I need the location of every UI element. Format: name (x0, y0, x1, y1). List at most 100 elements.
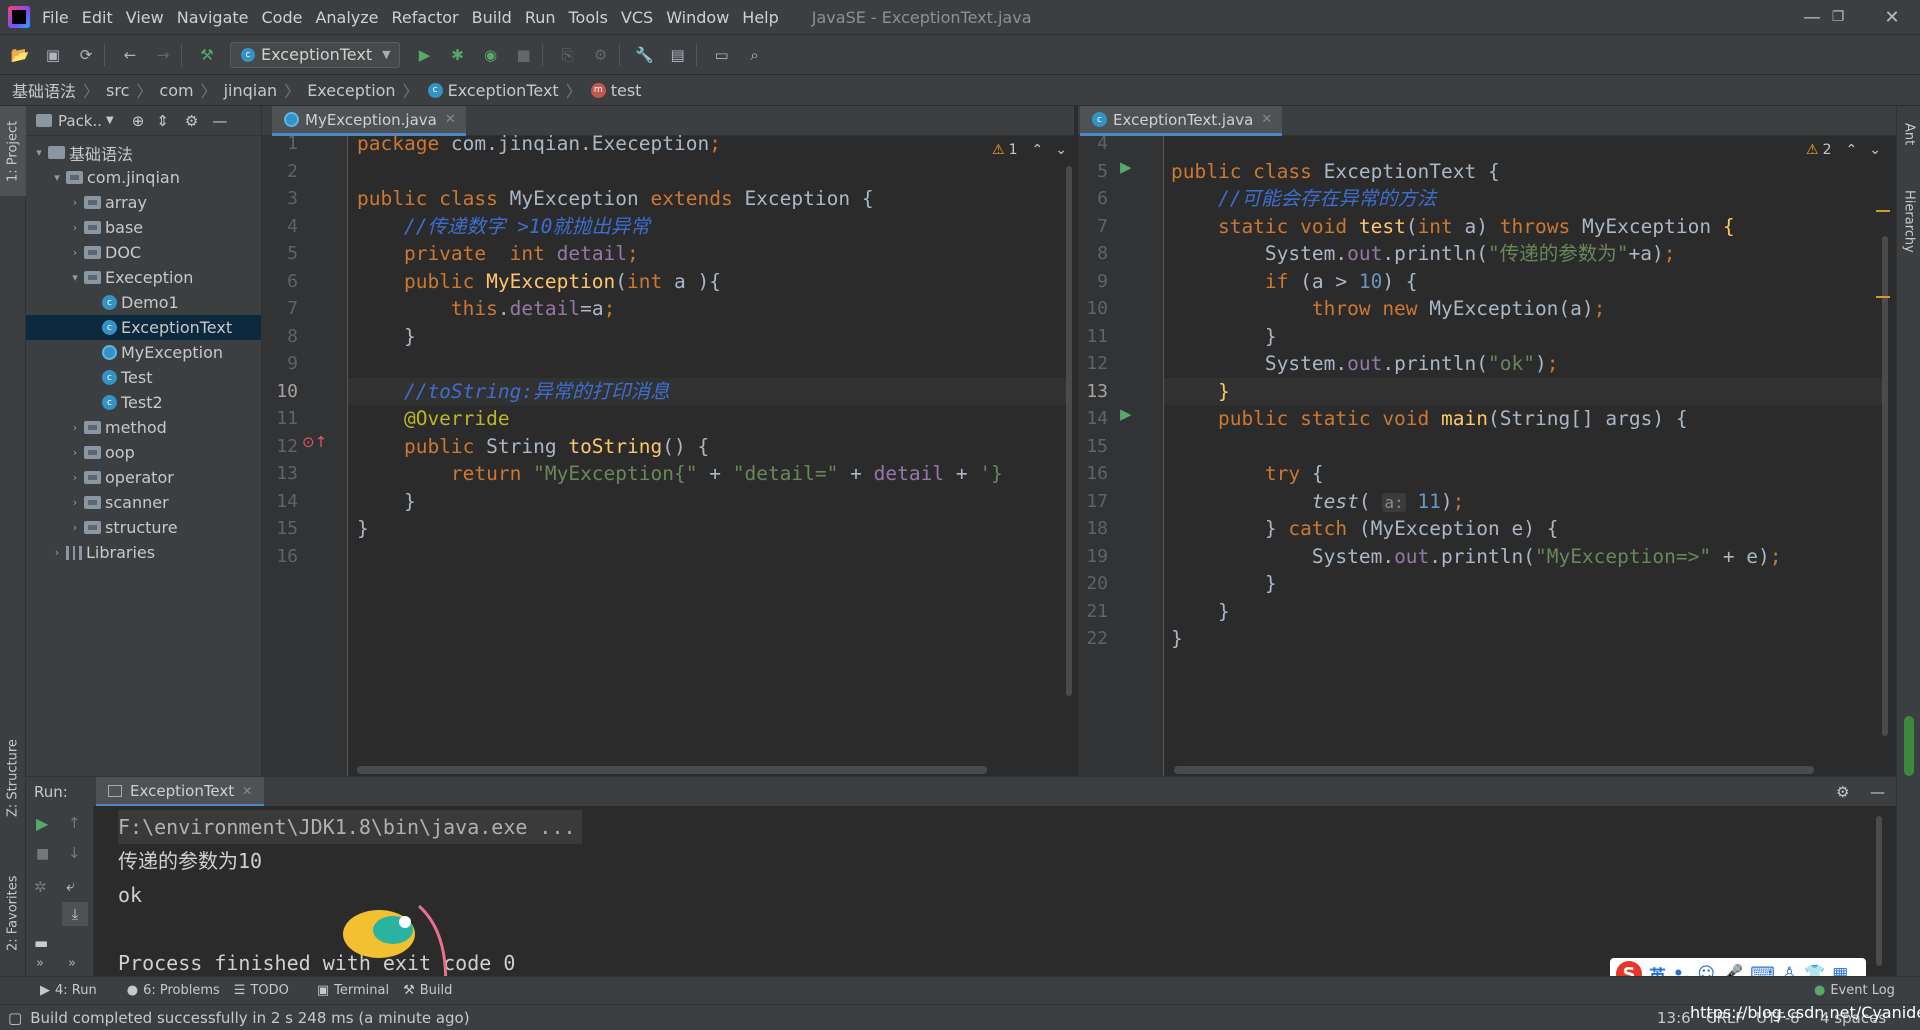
tree-item-com-jinqian[interactable]: ▾ com.jinqian (26, 165, 261, 190)
tree-item-test[interactable]: c Test (26, 365, 261, 390)
line-number[interactable]: 8 (262, 323, 298, 350)
breadcrumb-item[interactable]: Exeception (307, 81, 395, 100)
error-stripe-mark[interactable] (1876, 210, 1890, 212)
menu-file[interactable]: File (42, 8, 69, 27)
line-number[interactable]: 19 (1078, 543, 1108, 570)
run-configuration-select[interactable]: c ExceptionText ▼ (230, 41, 400, 68)
code-line[interactable]: } catch (MyException e) { (1171, 515, 1559, 542)
tree-item-operator[interactable]: › operator (26, 465, 261, 490)
caret-position[interactable]: 13:6 (1657, 1009, 1691, 1027)
line-number[interactable]: 15 (262, 515, 298, 542)
code-line[interactable]: } (1171, 625, 1183, 652)
chevron-down-icon[interactable]: ▾ (32, 146, 46, 159)
code-line[interactable]: } (1171, 378, 1230, 405)
line-number[interactable]: 21 (1078, 598, 1108, 625)
project-structure-icon[interactable]: ▤ (665, 42, 691, 68)
menu-build[interactable]: Build (472, 8, 512, 27)
structure-tool-tab[interactable]: Z: Structure (0, 731, 26, 826)
close-tab-icon[interactable]: ✕ (1261, 112, 1272, 127)
line-number[interactable]: 14 (1078, 405, 1108, 432)
line-number[interactable]: 11 (262, 405, 298, 432)
code-line[interactable]: public static void main(String[] args) { (1171, 405, 1688, 432)
chevron-down-icon[interactable]: ▾ (50, 171, 64, 184)
hide-icon[interactable]: — (1870, 783, 1885, 801)
build-tool-button[interactable]: ⚒ Build (403, 983, 452, 998)
hide-icon[interactable]: — (212, 112, 227, 130)
breadcrumb-item[interactable]: src (106, 81, 129, 100)
chevron-up-icon[interactable]: ⌃ (1845, 142, 1857, 158)
line-number[interactable]: 16 (1078, 460, 1108, 487)
menu-vcs[interactable]: VCS (621, 8, 653, 27)
gear-icon[interactable]: ⚙ (185, 112, 198, 130)
line-number[interactable]: 11 (1078, 323, 1108, 350)
arrow-up-icon[interactable]: ↑ (68, 814, 81, 832)
close-tab-icon[interactable]: ✕ (242, 784, 252, 798)
code-line[interactable]: public String toString() { (357, 433, 709, 460)
attach-icon[interactable]: ⎘ (555, 42, 581, 68)
code-line[interactable]: if (a > 10) { (1171, 268, 1418, 295)
problems-tool-button[interactable]: ● 6: Problems (127, 983, 220, 998)
tree-item-exeception[interactable]: ▾ Exeception (26, 265, 261, 290)
chevron-right-icon[interactable]: › (68, 446, 82, 459)
run-tool-button[interactable]: ▶ 4: Run (40, 983, 97, 998)
more-icon[interactable]: » (36, 956, 44, 971)
line-number[interactable]: 5 (1078, 158, 1108, 185)
line-number[interactable]: 13 (1078, 378, 1108, 405)
tab-exceptiontext[interactable]: c ExceptionText.java ✕ (1080, 106, 1283, 136)
line-number[interactable]: 9 (262, 350, 298, 377)
chevron-right-icon[interactable]: › (68, 246, 82, 259)
tree-item-exceptiontext[interactable]: c ExceptionText (26, 315, 261, 340)
breadcrumb-item[interactable]: jinqian (224, 81, 278, 100)
line-number[interactable]: 8 (1078, 240, 1108, 267)
code-line[interactable]: return "MyException{" + "detail=" + deta… (357, 460, 1003, 487)
line-number[interactable]: 3 (262, 185, 298, 212)
vertical-scrollbar[interactable] (1876, 816, 1882, 966)
chevron-down-icon[interactable]: ▾ (68, 271, 82, 284)
chevron-right-icon[interactable]: › (68, 496, 82, 509)
line-number[interactable]: 10 (262, 378, 298, 405)
code-line[interactable]: private int detail; (357, 240, 639, 267)
code-line[interactable]: static void test(int a) throws MyExcepti… (1171, 213, 1735, 240)
rerun-icon[interactable]: ▶ (36, 814, 48, 833)
favorites-tool-tab[interactable]: 2: Favorites (0, 866, 26, 961)
right-warning-badge[interactable]: ⚠ 2 ⌃ ⌄ (1806, 142, 1881, 158)
tree-item-libraries[interactable]: › Libraries (26, 540, 261, 565)
chevron-right-icon[interactable]: › (68, 421, 82, 434)
scroll-to-end-icon[interactable]: ⤓ (62, 902, 88, 926)
vertical-scrollbar[interactable] (1882, 236, 1888, 736)
menu-tools[interactable]: Tools (569, 8, 608, 27)
vertical-scrollbar[interactable] (1066, 166, 1072, 696)
project-tool-tab[interactable]: 1: Project (0, 106, 26, 196)
coverage-icon[interactable]: ◉ (478, 42, 504, 68)
breadcrumb-item[interactable]: ExceptionText (448, 81, 559, 100)
save-icon[interactable]: ▣ (40, 42, 66, 68)
code-line[interactable]: } (1171, 323, 1277, 350)
build-hammer-icon[interactable]: ⚒ (194, 42, 220, 68)
menu-window[interactable]: Window (666, 8, 729, 27)
console-output[interactable]: F:\environment\JDK1.8\bin\java.exe ... 传… (94, 806, 1882, 1030)
tree-item-array[interactable]: › array (26, 190, 261, 215)
code-line[interactable]: test( a: 11); (1171, 488, 1464, 515)
code-line[interactable]: //toString:异常的打印消息 (357, 378, 670, 405)
chevron-down-icon[interactable]: ⌄ (1869, 142, 1881, 158)
tree-item-scanner[interactable]: › scanner (26, 490, 261, 515)
project-view-selector[interactable]: Pack.. (58, 112, 102, 130)
line-number[interactable]: 4 (1078, 130, 1108, 157)
menu-help[interactable]: Help (742, 8, 778, 27)
close-tab-icon[interactable]: ✕ (445, 112, 456, 127)
menu-view[interactable]: View (126, 8, 164, 27)
line-number[interactable]: 18 (1078, 515, 1108, 542)
code-line[interactable]: //可能会存在异常的方法 (1171, 185, 1437, 212)
search-icon[interactable]: ⌕ (742, 42, 768, 68)
chevron-right-icon[interactable]: › (68, 196, 82, 209)
code-line[interactable]: } (357, 323, 416, 350)
soft-wrap-icon[interactable]: ⤶ (66, 876, 75, 896)
run-icon[interactable]: ▶ (412, 42, 438, 68)
more-icon[interactable]: » (68, 956, 76, 971)
code-line[interactable]: System.out.println("ok"); (1171, 350, 1559, 377)
code-line[interactable]: System.out.println("MyException=>" + e); (1171, 543, 1782, 570)
line-number[interactable]: 4 (262, 213, 298, 240)
line-number[interactable]: 5 (262, 240, 298, 267)
code-line[interactable]: this.detail=a; (357, 295, 615, 322)
tree-item-structure[interactable]: › structure (26, 515, 261, 540)
